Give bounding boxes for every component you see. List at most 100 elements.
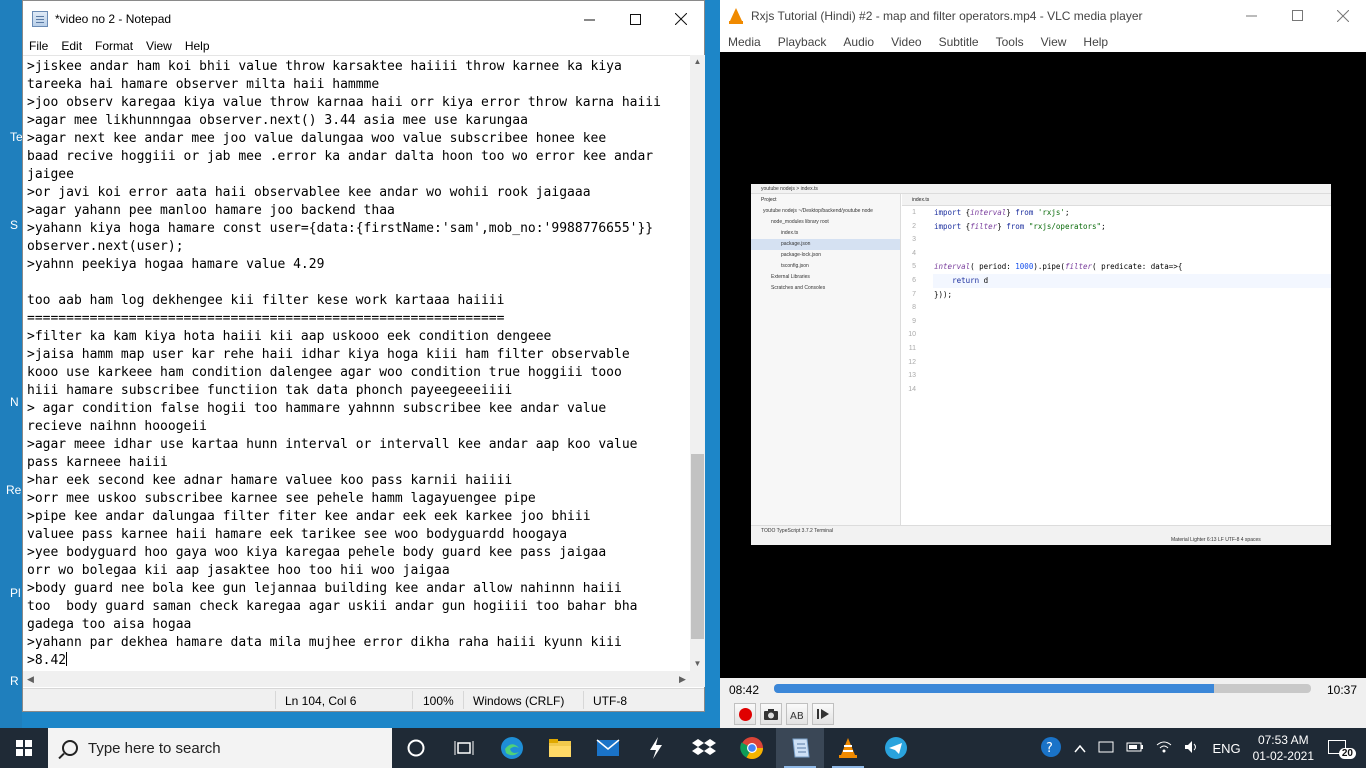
text-line: > agar condition false hogii too hammare… (27, 401, 607, 416)
ide-tree-item: External Libraries (771, 274, 810, 280)
menu-playback[interactable]: Playback (778, 35, 827, 49)
horizontal-scrollbar[interactable]: ◀ ▶ (23, 671, 690, 687)
taskbar-edge[interactable] (488, 728, 536, 768)
control-bar: AB (720, 700, 1366, 728)
record-icon (738, 707, 752, 721)
line-number: 2 (912, 222, 916, 230)
vlc-titlebar[interactable]: Rxjs Tutorial (Hindi) #2 - map and filte… (720, 0, 1366, 31)
menu-help[interactable]: Help (185, 39, 210, 53)
taskbar-file-explorer[interactable] (536, 728, 584, 768)
ide-tree-item: package.json (751, 239, 900, 250)
current-line-text: >8.42 (27, 653, 67, 668)
taskbar-mail[interactable] (584, 728, 632, 768)
menu-video[interactable]: Video (891, 35, 921, 49)
clock-time: 07:53 AM (1257, 733, 1309, 747)
task-view-icon (454, 741, 474, 755)
maximize-button[interactable] (612, 1, 658, 37)
taskbar-vlc[interactable] (824, 728, 872, 768)
text-line: >filter ka kam kiya hota haiii kii aap u… (27, 329, 552, 344)
text-line: valuee pass karnee haii hamare eek tarik… (27, 527, 568, 542)
desktop-icon-label[interactable]: Pl (10, 586, 21, 600)
scroll-down-icon[interactable]: ▼ (690, 657, 705, 671)
task-view-button[interactable] (440, 728, 488, 768)
snapshot-button[interactable] (760, 703, 782, 725)
desktop-icon-label[interactable]: S (10, 218, 18, 232)
menu-tools[interactable]: Tools (996, 35, 1024, 49)
vertical-scrollbar[interactable]: ▲ ▼ (690, 55, 705, 671)
vlc-cone-icon (729, 7, 743, 24)
window-title: Rxjs Tutorial (Hindi) #2 - map and filte… (751, 8, 1143, 23)
text-line: kooo use karkeee ham condition dalengee … (27, 365, 622, 380)
help-icon[interactable]: ? (1040, 736, 1062, 761)
loop-ab-button[interactable]: AB (786, 703, 808, 725)
minimize-icon (1245, 15, 1257, 17)
text-line: >yahann par dekhea hamare data mila mujh… (27, 635, 622, 650)
volume-icon[interactable] (1184, 740, 1200, 757)
menu-subtitle[interactable]: Subtitle (939, 35, 979, 49)
text-editor[interactable]: >jiskee andar ham koi bhii value throw k… (23, 55, 690, 671)
notepad-titlebar[interactable]: *video no 2 - Notepad (23, 1, 704, 37)
text-line: >jaisa hamm map user kar rehe haii idhar… (27, 347, 630, 362)
ide-navbar: youtube nodejs > index.ts (751, 184, 1331, 194)
line-number: 12 (908, 358, 916, 366)
text-line: >or javi koi error aata haii observablee… (27, 185, 591, 200)
scroll-left-icon[interactable]: ◀ (23, 671, 38, 687)
seek-slider[interactable] (774, 684, 1311, 693)
menu-edit[interactable]: Edit (61, 39, 82, 53)
action-center-button[interactable]: 20 (1326, 737, 1356, 759)
maximize-button[interactable] (1274, 0, 1320, 31)
text-line: hiii hamare subscribee functiion tak dat… (27, 383, 513, 398)
status-divider (275, 691, 276, 709)
frame-step-button[interactable] (812, 703, 834, 725)
clock[interactable]: 07:53 AM 01-02-2021 (1253, 732, 1314, 764)
scroll-thumb[interactable] (691, 454, 704, 639)
minimize-button[interactable] (1228, 0, 1274, 31)
menu-help[interactable]: Help (1083, 35, 1108, 49)
minimize-button[interactable] (566, 1, 612, 37)
text-line: too body guard saman check karegaa agar … (27, 599, 638, 614)
text-line: >body guard nee bola kee gun lejannaa bu… (27, 581, 622, 596)
scroll-up-icon[interactable]: ▲ (690, 55, 705, 69)
language-indicator[interactable]: ENG (1212, 741, 1240, 756)
ide-tab: index.ts (902, 194, 1331, 206)
menu-file[interactable]: File (29, 39, 48, 53)
taskbar-search-box[interactable]: Type here to search (48, 728, 392, 768)
cortana-button[interactable] (392, 728, 440, 768)
close-button[interactable] (658, 1, 704, 37)
record-button[interactable] (734, 703, 756, 725)
close-button[interactable] (1320, 0, 1366, 31)
network-icon[interactable] (1156, 740, 1172, 757)
chevron-up-icon[interactable] (1074, 741, 1087, 756)
menu-media[interactable]: Media (728, 35, 761, 49)
desktop-icon-label[interactable]: Re (6, 483, 21, 497)
taskbar-app-bolt[interactable] (632, 728, 680, 768)
taskbar-telegram[interactable] (872, 728, 920, 768)
taskbar-chrome[interactable] (728, 728, 776, 768)
desktop-icon-label[interactable]: N (10, 395, 19, 409)
zoom-level: 100% (423, 694, 454, 708)
code-line: })); (934, 289, 953, 299)
desktop-icon-label[interactable]: Te (10, 130, 23, 144)
dropbox-icon (692, 739, 716, 755)
battery-icon[interactable] (1126, 741, 1144, 756)
menu-view[interactable]: View (1041, 35, 1067, 49)
device-icon[interactable] (1098, 740, 1114, 757)
line-number: 1 (912, 209, 916, 216)
video-area[interactable]: youtube nodejs > index.ts Project youtub… (720, 52, 1366, 678)
menu-audio[interactable]: Audio (843, 35, 874, 49)
desktop-icon-label[interactable]: R (10, 674, 19, 688)
text-line: orr wo bolegaa kii aap jasaktee hoo too … (27, 563, 450, 578)
taskbar-notepad[interactable] (776, 728, 824, 768)
seek-bar-row: 08:42 10:37 (720, 678, 1366, 700)
taskbar: Type here to search ? ENG 07:53 AM 01-02… (0, 728, 1366, 768)
start-button[interactable] (0, 728, 48, 768)
text-line: gadega too aisa hogaa (27, 617, 192, 632)
scroll-right-icon[interactable]: ▶ (675, 671, 690, 687)
maximize-icon (1291, 10, 1303, 21)
menu-format[interactable]: Format (95, 39, 133, 53)
ide-project-header: Project (761, 197, 777, 203)
taskbar-dropbox[interactable] (680, 728, 728, 768)
ide-tool-windows: TODO TypeScript 3.7.2 Terminal (751, 525, 1331, 535)
menu-view[interactable]: View (146, 39, 172, 53)
minimize-icon (583, 19, 595, 20)
